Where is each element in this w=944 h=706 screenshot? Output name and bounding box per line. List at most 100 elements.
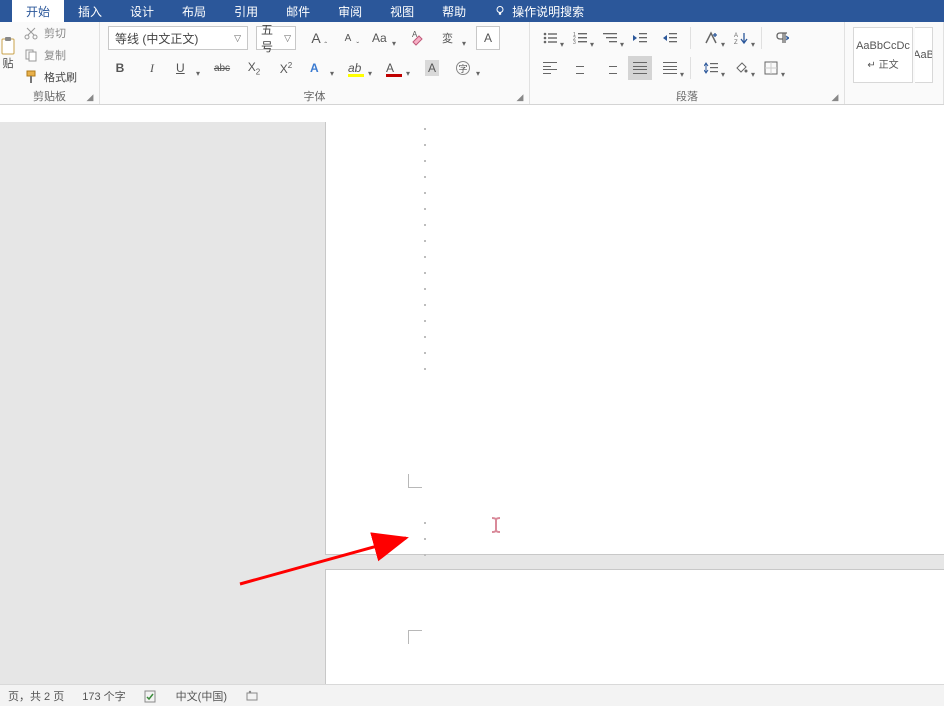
italic-button[interactable]: I: [140, 56, 164, 80]
character-shading-button[interactable]: A: [420, 56, 444, 80]
line-spacing-button[interactable]: [699, 56, 723, 80]
status-page-count[interactable]: 页，共 2 页: [8, 688, 64, 704]
show-hide-marks-button[interactable]: [770, 26, 794, 50]
grow-font-icon: A: [311, 30, 320, 46]
style-next-tile[interactable]: AaB: [915, 27, 933, 83]
tab-mailings[interactable]: 邮件: [272, 0, 324, 22]
tell-me-search[interactable]: 操作说明搜索: [480, 0, 598, 22]
italic-icon: I: [150, 61, 154, 76]
font-name-value: 等线 (中文正文): [115, 30, 198, 47]
pilcrow-icon: [775, 31, 789, 45]
ribbon-tabbar: 开始 插入 设计 布局 引用 邮件 审阅 视图 帮助 操作说明搜索: [0, 0, 944, 22]
align-left-button[interactable]: [538, 56, 562, 80]
shrink-font-button[interactable]: Aˇ: [336, 26, 360, 50]
enclose-characters-button[interactable]: 字: [452, 56, 482, 80]
align-right-button[interactable]: [598, 56, 622, 80]
align-distributed-icon: [663, 62, 677, 74]
decrease-indent-button[interactable]: [628, 26, 652, 50]
status-language[interactable]: 中文(中国): [176, 688, 227, 704]
tab-help[interactable]: 帮助: [428, 0, 480, 22]
style-name: ↵ 正文: [867, 56, 898, 71]
superscript-button[interactable]: X2: [274, 56, 298, 80]
asian-layout-icon: [704, 31, 718, 45]
status-spellcheck[interactable]: [144, 689, 158, 703]
status-bar: 页，共 2 页 173 个字 中文(中国): [0, 684, 944, 706]
align-center-button[interactable]: [568, 56, 592, 80]
highlight-button[interactable]: ab: [344, 56, 374, 80]
separator: [690, 57, 691, 79]
group-paragraph: 123: [530, 22, 845, 104]
tab-view[interactable]: 视图: [376, 0, 428, 22]
cut-button[interactable]: 剪切: [24, 25, 99, 41]
multilevel-list-icon: [603, 32, 617, 44]
cut-label: 剪切: [44, 25, 66, 41]
strikethrough-button[interactable]: abc: [210, 56, 234, 80]
multilevel-list-button[interactable]: [598, 26, 622, 50]
bullets-button[interactable]: [538, 26, 562, 50]
document-canvas[interactable]: [0, 122, 944, 684]
change-case-icon: Aa: [372, 31, 387, 45]
align-center-icon: [573, 62, 587, 74]
copy-button[interactable]: 复制: [24, 47, 99, 63]
phonetic-guide-button[interactable]: 変: [438, 26, 468, 50]
navigation-pane[interactable]: [0, 122, 326, 684]
paint-bucket-icon: [734, 61, 748, 75]
underline-button[interactable]: U: [172, 56, 202, 80]
bold-icon: B: [116, 61, 125, 75]
document-page-2[interactable]: [326, 570, 944, 684]
clipboard-icon: [1, 39, 15, 53]
group-styles: AaBbCcDc ↵ 正文 AaB: [845, 22, 944, 104]
style-preview: AaB: [915, 49, 933, 61]
status-word-count[interactable]: 173 个字: [82, 688, 125, 704]
asian-layout-button[interactable]: [699, 26, 723, 50]
svg-text:Z: Z: [734, 40, 738, 45]
separator: [690, 27, 691, 49]
shrink-font-icon: A: [345, 33, 352, 44]
status-macro-record[interactable]: [245, 689, 259, 703]
paragraph-launcher-icon[interactable]: ◢: [830, 92, 840, 102]
format-painter-label: 格式刷: [44, 69, 77, 85]
record-macro-icon: [245, 689, 259, 703]
align-left-icon: [543, 62, 557, 74]
shading-button[interactable]: [729, 56, 753, 80]
scissors-icon: [24, 26, 38, 40]
format-painter-button[interactable]: 格式刷: [24, 69, 99, 85]
underline-icon: U: [176, 61, 185, 75]
eraser-icon: A: [410, 30, 426, 46]
clipboard-launcher-icon[interactable]: ◢: [85, 92, 95, 102]
sort-button[interactable]: AZ: [729, 26, 753, 50]
tab-layout[interactable]: 布局: [168, 0, 220, 22]
font-color-button[interactable]: A: [382, 56, 412, 80]
ribbon: 贴 剪切 复制: [0, 22, 944, 105]
style-normal-tile[interactable]: AaBbCcDc ↵ 正文: [853, 27, 913, 83]
align-distributed-button[interactable]: [658, 56, 682, 80]
highlight-icon: ab: [348, 61, 361, 75]
bold-button[interactable]: B: [108, 56, 132, 80]
change-case-button[interactable]: Aa: [368, 26, 398, 50]
increase-indent-button[interactable]: [658, 26, 682, 50]
align-justify-button[interactable]: [628, 56, 652, 80]
grow-font-button[interactable]: Aˆ: [304, 26, 328, 50]
borders-button[interactable]: [759, 56, 783, 80]
clipboard-group-label: 剪贴板 ◢: [0, 88, 99, 104]
chevron-down-icon: ▽: [234, 33, 241, 44]
text-effects-button[interactable]: A: [306, 56, 336, 80]
font-launcher-icon[interactable]: ◢: [515, 92, 525, 102]
tab-design[interactable]: 设计: [116, 0, 168, 22]
subscript-button[interactable]: X2: [242, 56, 266, 80]
tab-insert[interactable]: 插入: [64, 0, 116, 22]
font-name-combobox[interactable]: 等线 (中文正文) ▽: [108, 26, 248, 50]
clear-formatting-button[interactable]: A: [406, 26, 430, 50]
document-page-1[interactable]: [326, 122, 944, 554]
superscript-icon: X2: [280, 61, 292, 76]
subscript-icon: X2: [248, 60, 260, 76]
tab-references[interactable]: 引用: [220, 0, 272, 22]
tab-review[interactable]: 审阅: [324, 0, 376, 22]
tab-start[interactable]: 开始: [12, 0, 64, 22]
character-border-button[interactable]: A: [476, 26, 500, 50]
bullets-icon: [543, 32, 557, 44]
font-size-combobox[interactable]: 五号 ▽: [256, 26, 296, 50]
paste-label: 贴: [3, 55, 14, 71]
paste-button[interactable]: 贴: [0, 22, 16, 88]
numbering-button[interactable]: 123: [568, 26, 592, 50]
